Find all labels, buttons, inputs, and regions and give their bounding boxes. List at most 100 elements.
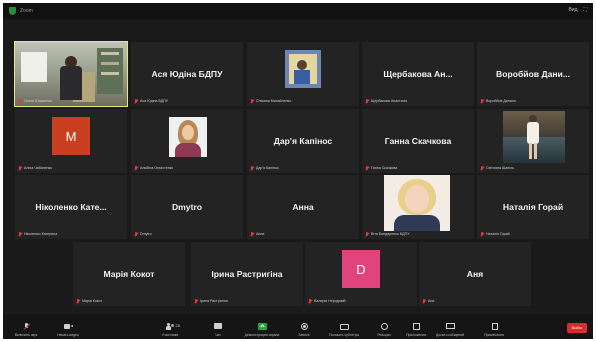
caption-text: Сніжана Михайленко [256, 99, 292, 103]
muted-mic-icon [308, 298, 312, 304]
participant-tile[interactable]: Щербакова Ан... Щербакова Анастасія [362, 42, 474, 106]
participant-tile[interactable]: Наталія Горай Наталія Горай [477, 175, 589, 239]
participant-tile[interactable]: Марія Кокот Марія Кокот [73, 242, 185, 306]
toolbar-button[interactable]: Доска сообщений [431, 314, 469, 339]
participant-name: Ася Юдіна БДПУ [151, 69, 223, 79]
microphone-icon [22, 323, 31, 330]
participants-icon: 25 [165, 323, 180, 330]
gallery-grid: Ольга Юхименко Ася Юдіна БДПУ Ася Юдіна БД… [3, 3, 593, 339]
muted-mic-icon [480, 231, 484, 237]
participant-caption: Віта Бондаренко БДПУ [365, 231, 410, 237]
participant-caption: Ася Юдіна БДПУ [134, 98, 168, 104]
muted-mic-icon [134, 231, 138, 237]
meeting-toolbar: Включить звук Начать видео 25 Участники Чат Д… [3, 314, 593, 339]
participant-name: Ганна Скачкова [384, 136, 452, 146]
chat-icon [213, 323, 223, 330]
toolbar-button[interactable]: Начать видео [49, 314, 87, 339]
participant-tile[interactable]: Анна Анна [247, 175, 359, 239]
muted-mic-icon [250, 231, 254, 237]
zoom-window: Zoom Вид ⛶ Ольга Юхименко Ася Юдіна БДПУ А… [3, 3, 593, 339]
muted-mic-icon [194, 298, 198, 304]
participant-tile[interactable]: Ася Юдіна БДПУ Ася Юдіна БДПУ [131, 42, 243, 106]
muted-mic-icon [18, 165, 22, 171]
caption-text: Світлана Шапіль [486, 166, 514, 170]
caption-text: Воробйов Данило [486, 99, 516, 103]
participant-caption: Ірина Растригіна [194, 298, 228, 304]
muted-mic-icon [250, 98, 254, 104]
toolbar-button[interactable]: Показать субтитры [325, 314, 363, 339]
participant-name: Наталія Горай [502, 202, 564, 212]
muted-mic-icon [76, 298, 80, 304]
notes-icon [490, 323, 499, 330]
whiteboard-icon [445, 323, 455, 330]
leave-meeting-button[interactable]: Выйти [567, 323, 587, 333]
participant-tile[interactable]: Dmytro Dmytro [131, 175, 243, 239]
muted-mic-icon [134, 165, 138, 171]
participant-tile[interactable]: Сніжана Михайленко [247, 42, 359, 106]
caption-text: Аліна Чабаненко [24, 166, 53, 170]
toolbar-button-label: Приложения [406, 333, 426, 337]
caption-text: Дар'я Капінос [256, 166, 279, 170]
participant-caption: Світлана Шапіль [480, 165, 514, 171]
participant-tile[interactable]: Ніколенко Кате... Ніколенко Катерина [15, 175, 127, 239]
toolbar-button-label: Показать субтитры [328, 333, 360, 337]
toolbar-button-label: Начать видео [57, 333, 79, 337]
muted-mic-icon [365, 98, 369, 104]
participant-caption: Аня [422, 298, 434, 304]
profile-photo [169, 117, 207, 157]
muted-mic-icon [18, 98, 22, 104]
caption-text: Ніколенко Катерина [24, 232, 58, 236]
toolbar-button-label: Примечания [484, 333, 504, 337]
toolbar-button[interactable]: Приложения [397, 314, 435, 339]
participant-caption: Анна [250, 231, 264, 237]
toolbar-button-label: Участники [161, 333, 179, 337]
participant-tile[interactable]: Альбіна Огнистенко [131, 109, 243, 173]
toolbar-button-label: Включить звук [14, 333, 38, 337]
participant-tile[interactable]: D Валерія Неродовій [305, 242, 417, 306]
toolbar-button[interactable]: Чат [199, 314, 237, 339]
toolbar-button[interactable]: Примечания [475, 314, 513, 339]
toolbar-button[interactable]: Запись [285, 314, 323, 339]
participant-count: 25 [175, 323, 180, 328]
participant-caption: Валерія Неродовій [308, 298, 346, 304]
participant-tile[interactable]: Віта Бондаренко БДПУ [362, 175, 474, 239]
participant-name: Dmytro [171, 202, 203, 212]
participant-caption: Воробйов Данило [480, 98, 516, 104]
toolbar-button[interactable]: Включить звук [7, 314, 45, 339]
toolbar-button-label: Реакции [377, 333, 391, 337]
participant-caption: Аліна Чабаненко [18, 165, 52, 171]
participant-caption: Ганна Скачкова [365, 165, 397, 171]
participant-caption: Ольга Юхименко [18, 98, 52, 104]
participant-caption: Марія Кокот [76, 298, 102, 304]
participant-tile[interactable]: Дар'я Капінос Дар'я Капінос [247, 109, 359, 173]
participant-tile[interactable]: Ганна Скачкова Ганна Скачкова [362, 109, 474, 173]
toolbar-button-label: Демонстрация экрана [244, 333, 280, 337]
muted-mic-icon [480, 98, 484, 104]
toolbar-button[interactable]: Демонстрация экрана [239, 314, 285, 339]
participant-tile[interactable]: M Аліна Чабаненко [15, 109, 127, 173]
muted-mic-icon [422, 298, 426, 304]
caption-text: Наталія Горай [486, 232, 510, 236]
toolbar-button[interactable]: 25 Участники [151, 314, 189, 339]
participant-name: Дар'я Капінос [273, 136, 333, 146]
participant-tile[interactable]: Аня Аня [419, 242, 531, 306]
muted-mic-icon [365, 165, 369, 171]
toolbar-button-label: Чат [215, 333, 221, 337]
participant-name: Воробйов Дани... [495, 69, 570, 79]
caption-text: Ірина Растригіна [200, 299, 228, 303]
toolbar-button-label: Запись [298, 333, 310, 337]
share-screen-icon [257, 323, 267, 330]
captions-icon [339, 323, 349, 330]
video-camera-icon [63, 323, 73, 330]
reactions-icon [380, 323, 389, 330]
participant-tile[interactable]: Воробйов Дани... Воробйов Данило [477, 42, 589, 106]
participant-tile[interactable]: Ірина Растригіна Ірина Растригіна [191, 242, 303, 306]
participant-tile[interactable]: Ольга Юхименко [14, 41, 128, 107]
caption-text: Альбіна Огнистенко [140, 166, 174, 170]
muted-mic-icon [18, 231, 22, 237]
caption-text: Валерія Неродовій [314, 299, 346, 303]
participant-name: Аня [466, 269, 484, 279]
participant-tile[interactable]: Світлана Шапіль [477, 109, 589, 173]
video-feed [15, 42, 127, 106]
caption-text: Dmytro [140, 232, 152, 236]
